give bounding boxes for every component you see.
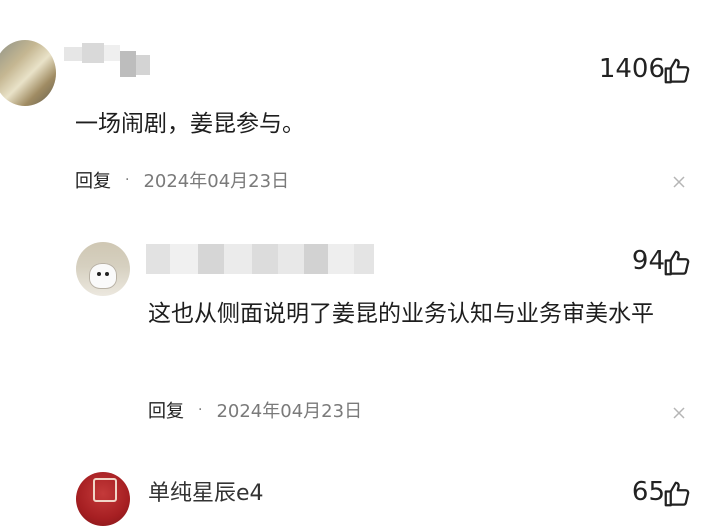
close-icon[interactable] bbox=[671, 174, 687, 190]
close-icon[interactable] bbox=[671, 405, 687, 421]
thumbs-up-icon[interactable] bbox=[662, 56, 692, 86]
avatar[interactable] bbox=[0, 40, 56, 106]
avatar[interactable] bbox=[76, 242, 130, 296]
like-count: 1406 bbox=[598, 54, 665, 84]
comment-meta: 回复 · 2024年04月23日 bbox=[148, 397, 362, 423]
comment-date: 2024年04月23日 bbox=[143, 171, 290, 192]
comment-meta: 回复 · 2024年04月23日 bbox=[75, 167, 289, 193]
username-blurred[interactable] bbox=[146, 244, 374, 276]
cow-avatar-image bbox=[89, 263, 117, 289]
like-count: 94 bbox=[631, 246, 665, 276]
reply-button[interactable]: 回复 bbox=[75, 167, 111, 193]
separator: · bbox=[125, 172, 130, 188]
thumbs-up-icon[interactable] bbox=[662, 479, 692, 509]
separator: · bbox=[198, 402, 203, 418]
username[interactable]: 单纯星辰e4 bbox=[148, 475, 264, 507]
comment-text: 这也从侧面说明了姜昆的业务认知与业务审美水平 bbox=[148, 301, 654, 327]
reply-button[interactable]: 回复 bbox=[148, 397, 184, 423]
thumbs-up-icon[interactable] bbox=[662, 248, 692, 278]
like-count: 65 bbox=[631, 477, 665, 507]
comment-text: 一场闹剧，姜昆参与。 bbox=[75, 111, 305, 137]
comment-date: 2024年04月23日 bbox=[216, 401, 363, 422]
seal-avatar-image bbox=[93, 478, 117, 502]
avatar[interactable] bbox=[76, 472, 130, 526]
username-blurred[interactable] bbox=[64, 43, 150, 79]
